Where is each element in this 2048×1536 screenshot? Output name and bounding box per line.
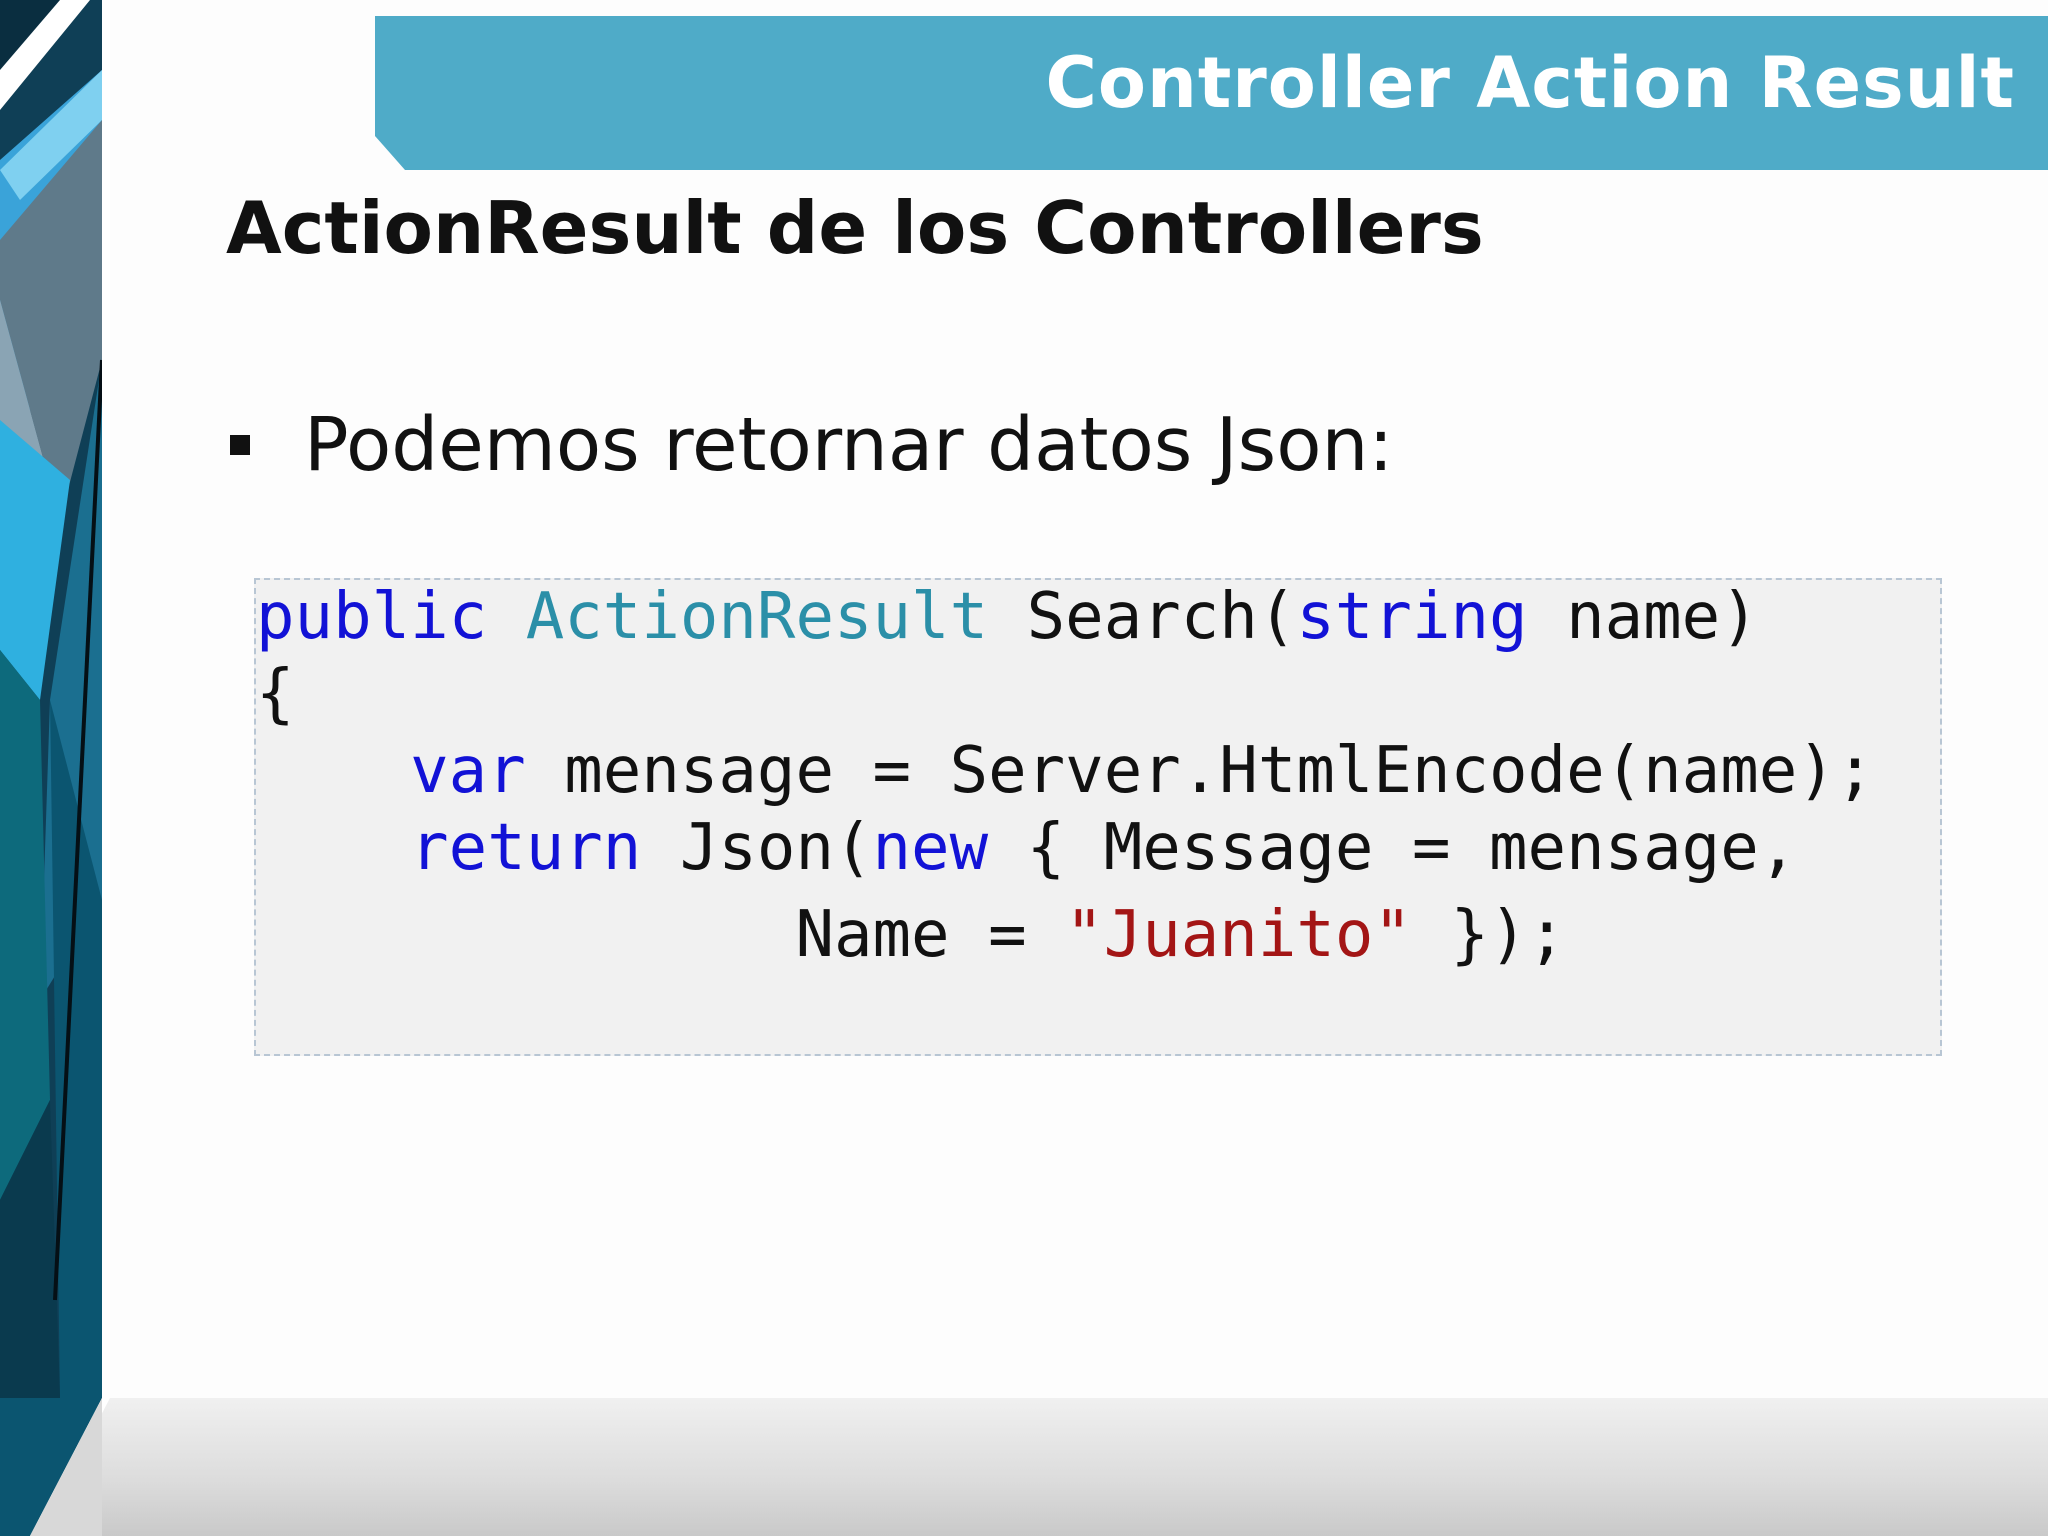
left-decorative-stripe — [0, 0, 110, 1536]
code-closing: }); — [1450, 898, 1567, 972]
code-keyword-string: string — [1296, 580, 1528, 654]
square-bullet-icon — [230, 435, 250, 455]
code-keyword-public: public — [256, 580, 488, 654]
code-message-assignment: { Message = mensage, — [1026, 811, 1798, 885]
code-json-call: Json( — [679, 811, 873, 885]
code-keyword-return: return — [410, 811, 642, 885]
slide-subtitle: ActionResult de los Controllers — [226, 186, 1484, 270]
header-bar: Controller Action Result — [375, 16, 2048, 170]
bullet-text: Podemos retornar datos Json: — [304, 402, 1394, 488]
code-string-juanito: "Juanito" — [1065, 898, 1412, 972]
code-param-name: name) — [1566, 580, 1759, 654]
code-open-brace: { — [256, 657, 295, 731]
code-name-assignment: Name = — [795, 898, 1066, 972]
code-keyword-var: var — [410, 734, 526, 808]
code-keyword-new: new — [872, 811, 989, 885]
bottom-left-corner-decor — [0, 1398, 110, 1536]
code-line-3: var mensage = Server.HtmlEncode(name); — [256, 734, 1874, 808]
code-block: public ActionResult Search(string name) … — [254, 578, 1942, 1056]
bottom-gradient-band — [0, 1398, 2048, 1536]
code-type-actionresult: ActionResult — [525, 580, 989, 654]
code-method-search: Search( — [1026, 580, 1297, 654]
code-line-4: return Json(new { Message = mensage, — [256, 811, 1797, 885]
code-line-2: { — [256, 657, 295, 731]
bullet-item: Podemos retornar datos Json: — [230, 400, 1393, 490]
code-line-1: public ActionResult Search(string name) — [256, 580, 1759, 654]
code-var-assignment: mensage = Server.HtmlEncode(name); — [564, 734, 1875, 808]
code-line-5: Name = "Juanito" }); — [256, 898, 1566, 972]
slide: Controller Action Result ActionResult de… — [0, 0, 2048, 1536]
header-title: Controller Action Result — [1045, 42, 2015, 124]
